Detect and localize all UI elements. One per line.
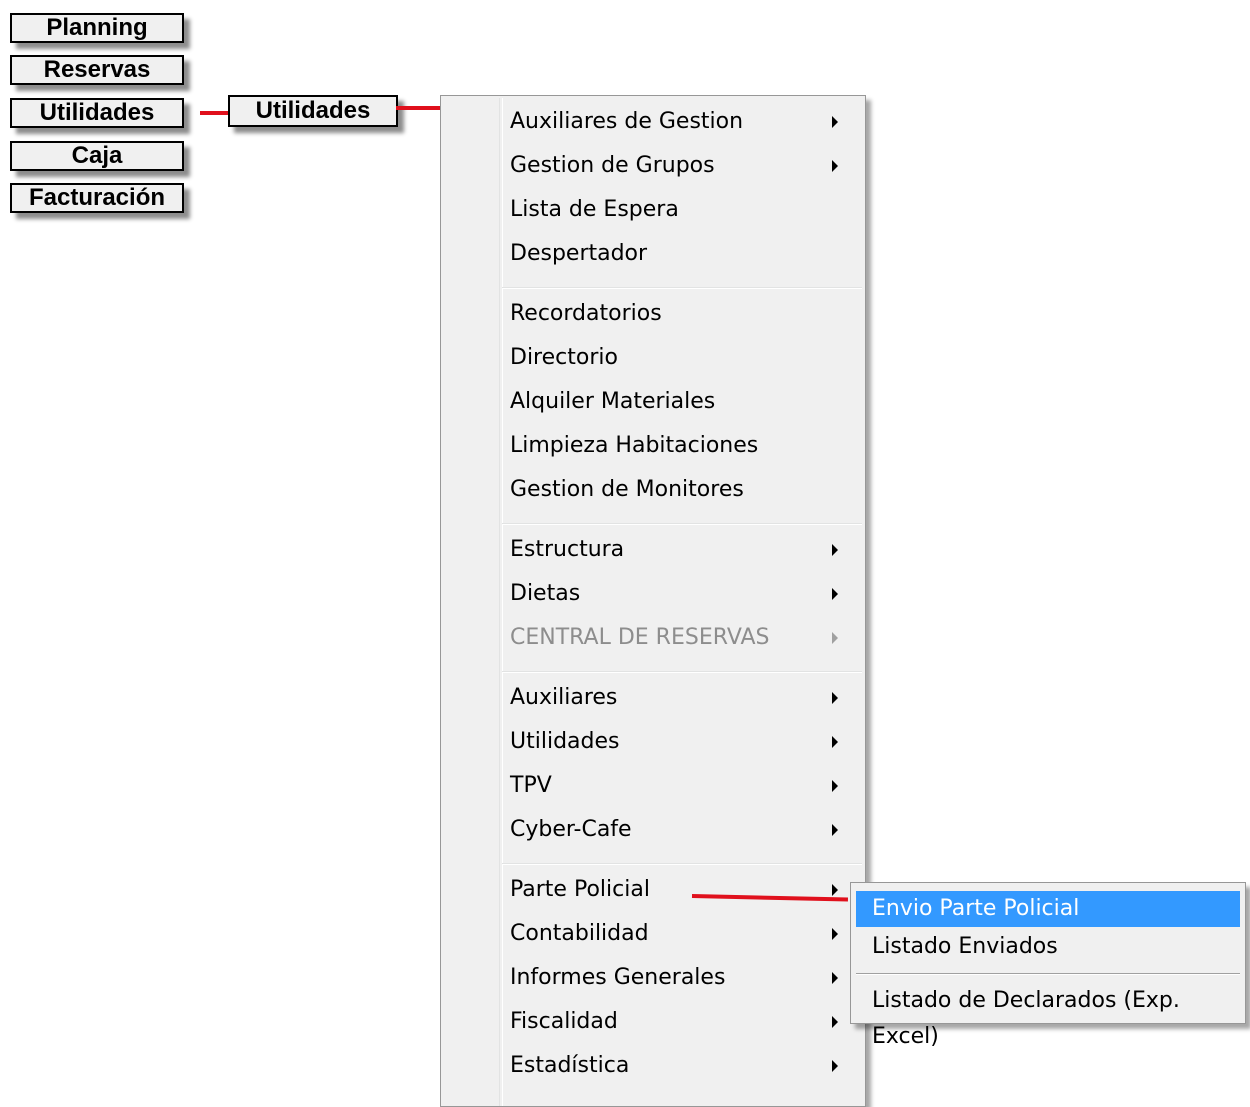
caja-button[interactable]: Caja (10, 141, 184, 171)
menu-item-tpv[interactable]: TPV (510, 764, 850, 808)
submenu-arrow-icon (832, 824, 838, 836)
menu-item-label: Limpieza Habitaciones (510, 433, 759, 458)
connector-line-1 (200, 111, 230, 115)
menu-item-label: Estructura (510, 537, 625, 562)
menu-item-label: Contabilidad (510, 921, 649, 946)
menu-item-recordatorios[interactable]: Recordatorios (510, 292, 850, 336)
submenu-arrow-icon (832, 1060, 838, 1072)
submenu-item-listado-enviados[interactable]: Listado Enviados (856, 929, 1240, 965)
menu-item-gestion-de-monitores[interactable]: Gestion de Monitores (510, 468, 850, 512)
menu-item-utilidades[interactable]: Utilidades (510, 720, 850, 764)
menu-item-label: TPV (510, 773, 552, 798)
utilidades-menu-button[interactable]: Utilidades (228, 95, 398, 127)
utilidades-dropdown-menu: Auxiliares de Gestion Gestion de Grupos … (440, 95, 866, 1107)
menu-item-label: Cyber-Cafe (510, 817, 632, 842)
menu-item-dietas[interactable]: Dietas (510, 572, 850, 616)
menu-item-estadistica[interactable]: Estadística (510, 1044, 850, 1088)
menu-item-parte-policial[interactable]: Parte Policial (510, 868, 850, 912)
menu-item-label: Informes Generales (510, 965, 726, 990)
submenu-arrow-icon (832, 736, 838, 748)
menu-item-auxiliares-de-gestion[interactable]: Auxiliares de Gestion (510, 100, 850, 144)
menu-item-label: Fiscalidad (510, 1009, 618, 1034)
menu-item-directorio[interactable]: Directorio (510, 336, 850, 380)
menu-item-estructura[interactable]: Estructura (510, 528, 850, 572)
menu-item-label: Lista de Espera (510, 197, 679, 222)
menu-item-contabilidad[interactable]: Contabilidad (510, 912, 850, 956)
menu-item-cyber-cafe[interactable]: Cyber-Cafe (510, 808, 850, 852)
submenu-arrow-icon (832, 160, 838, 172)
submenu-item-envio-parte-policial[interactable]: Envio Parte Policial (856, 891, 1240, 927)
submenu-arrow-icon (832, 588, 838, 600)
menu-item-informes-generales[interactable]: Informes Generales (510, 956, 850, 1000)
menu-item-label: Dietas (510, 581, 581, 606)
submenu-arrow-icon (832, 972, 838, 984)
menu-item-label: Despertador (510, 241, 648, 266)
menu-icon-gutter (499, 98, 503, 1106)
planning-button[interactable]: Planning (10, 13, 184, 43)
submenu-arrow-icon (832, 884, 838, 896)
menu-item-auxiliares[interactable]: Auxiliares (510, 676, 850, 720)
menu-item-label: Gestion de Grupos (510, 153, 715, 178)
menu-item-gestion-de-grupos[interactable]: Gestion de Grupos (510, 144, 850, 188)
facturacion-button[interactable]: Facturación (10, 183, 184, 213)
submenu-arrow-icon (832, 116, 838, 128)
parte-policial-submenu: Envio Parte Policial Listado Enviados Li… (850, 882, 1246, 1049)
menu-item-fiscalidad[interactable]: Fiscalidad (510, 1000, 850, 1044)
menu-item-central-de-reservas: CENTRAL DE RESERVAS (510, 616, 850, 660)
submenu-arrow-icon (832, 544, 838, 556)
menu-item-label: Directorio (510, 345, 618, 370)
submenu-arrow-icon (832, 1016, 838, 1028)
menu-item-label: Gestion de Monitores (510, 477, 744, 502)
reservas-button[interactable]: Reservas (10, 55, 184, 85)
submenu-arrow-icon (832, 632, 838, 644)
menu-item-label: Alquiler Materiales (510, 389, 716, 414)
submenu-arrow-icon (832, 692, 838, 704)
menu-item-label: Utilidades (510, 729, 620, 754)
menu-item-alquiler-materiales[interactable]: Alquiler Materiales (510, 380, 850, 424)
menu-separator (502, 287, 862, 289)
menu-item-limpieza-habitaciones[interactable]: Limpieza Habitaciones (510, 424, 850, 468)
submenu-arrow-icon (832, 780, 838, 792)
menu-item-label: CENTRAL DE RESERVAS (510, 625, 770, 650)
submenu-item-listado-de-declarados[interactable]: Listado de Declarados (Exp. Excel) (856, 983, 1240, 1049)
menu-separator (502, 523, 862, 525)
menu-separator (502, 671, 862, 673)
menu-item-label: Auxiliares (510, 685, 618, 710)
menu-separator (502, 863, 862, 865)
menu-item-label: Parte Policial (510, 877, 650, 902)
utilidades-button[interactable]: Utilidades (10, 98, 184, 128)
menu-item-lista-de-espera[interactable]: Lista de Espera (510, 188, 850, 232)
menu-item-label: Auxiliares de Gestion (510, 109, 744, 134)
menu-item-despertador[interactable]: Despertador (510, 232, 850, 276)
menu-item-label: Estadística (510, 1053, 630, 1078)
submenu-arrow-icon (832, 928, 838, 940)
submenu-separator (856, 973, 1240, 975)
menu-item-label: Recordatorios (510, 301, 662, 326)
